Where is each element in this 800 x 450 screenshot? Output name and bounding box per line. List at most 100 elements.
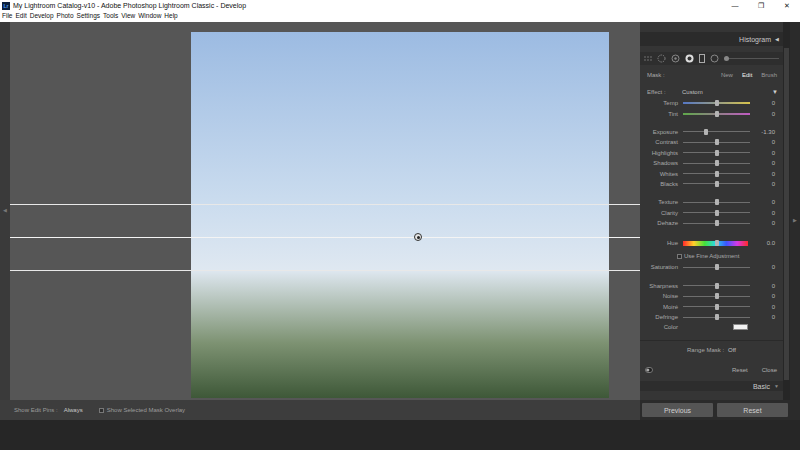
menu-item[interactable]: Photo [57,13,74,20]
slider-thumb[interactable] [715,264,719,270]
title-bar: LrMy Lightroom Catalog-v10 - Adobe Photo… [0,0,800,11]
slider-thumb[interactable] [715,160,719,166]
menu-item[interactable]: Edit [15,13,26,20]
gradient-line[interactable] [10,270,640,271]
slider-value: 0 [750,314,783,320]
menu-item[interactable]: View [121,13,135,20]
radial-filter-icon[interactable] [699,54,705,63]
edit-pin[interactable] [414,233,422,241]
effect-dropdown[interactable]: Custom [682,89,703,95]
menu-item[interactable]: File [2,13,12,20]
slider-track[interactable] [683,129,750,135]
tool-slider[interactable] [724,58,779,59]
menu-item[interactable]: Settings [77,13,101,20]
slider-track[interactable] [683,150,750,156]
effect-toggle[interactable]: ▼ [772,89,778,95]
slider-track[interactable] [683,314,750,320]
checkbox[interactable] [677,254,682,259]
slider-row: Blacks0 [640,179,783,189]
mask-footer-button[interactable]: Reset [732,367,748,373]
mask-tab[interactable]: New [721,72,733,78]
scrollbar-thumb[interactable] [784,48,789,380]
panel-button[interactable]: Reset [717,403,788,417]
slider-track[interactable] [683,160,750,166]
spot-removal-icon[interactable] [657,54,666,63]
redeye-icon[interactable] [671,54,680,63]
slider-track[interactable] [683,283,750,289]
mask-footer-button[interactable]: Close [762,367,777,373]
slider-label: Shadows [640,160,678,166]
hue-row: Hue0.0 [640,236,783,250]
slider-thumb[interactable] [715,139,719,145]
window-control[interactable]: ❐ [748,2,774,9]
slider-track[interactable] [683,293,750,299]
range-mask-dropdown[interactable]: Off [728,347,736,353]
slider-value: 0 [750,139,783,145]
slider-track[interactable] [683,171,750,177]
edit-pins-label: Show Edit Pins : [14,406,58,415]
basic-header[interactable]: Basic▼ [640,381,783,391]
slider-thumb[interactable] [715,100,719,106]
slider-thumb[interactable] [704,129,708,135]
mask-footer: Reset Close [640,364,783,376]
slider-value: 0 [750,150,783,156]
slider-thumb[interactable] [715,293,719,299]
gradient-line[interactable] [10,204,640,205]
edit-pins-dropdown[interactable]: Always [64,406,83,415]
slider-track[interactable] [683,100,750,106]
slider-value: 0 [750,199,783,205]
slider-value: 0 [750,210,783,216]
slider-thumb[interactable] [715,220,719,226]
right-panel-toggle[interactable]: ▶ [790,22,800,420]
slider-thumb[interactable] [715,210,719,216]
checkbox-label: Use Fine Adjustment [684,253,739,259]
slider-thumb[interactable] [715,150,719,156]
slider-value: 0 [750,220,783,226]
color-swatch[interactable] [733,324,748,330]
slider-value: 0 [750,111,783,117]
slider-thumb[interactable] [715,314,719,320]
left-panel-toggle[interactable]: ◀ [0,22,10,400]
mask-tab[interactable]: Brush [761,72,777,78]
slider-thumb[interactable] [715,181,719,187]
slider-thumb[interactable] [715,304,719,310]
slider-track[interactable] [683,210,750,216]
slider-track[interactable] [683,111,750,117]
menu-item[interactable]: Window [138,13,161,20]
slider-label: Texture [640,199,678,205]
photo [191,32,609,398]
slider-thumb[interactable] [715,283,719,289]
slider-thumb[interactable] [715,240,719,246]
slider-thumb[interactable] [715,171,719,177]
panel-scrollbar[interactable] [783,22,790,400]
slider-track[interactable] [683,199,750,205]
graduated-filter-icon[interactable] [685,54,694,63]
overlay-checkbox[interactable] [99,408,104,413]
slider-thumb[interactable] [715,111,719,117]
right-panel: Histogram◀Mask :NewEditBrushEffect :Cust… [640,22,783,400]
menu-item[interactable]: Tools [103,13,118,20]
adjustment-group: Sharpness0Noise0Moiré0Defringe0Color [640,281,783,333]
slider-thumb[interactable] [715,199,719,205]
checkbox-row[interactable]: Use Fine Adjustment [640,250,783,262]
slider-track[interactable] [683,139,750,145]
slider-track[interactable] [683,181,750,187]
adjustment-group: Temp0Tint0 [640,98,783,119]
mask-tab[interactable]: Edit [742,72,752,78]
slider-label: Defringe [640,314,678,320]
gradient-line[interactable] [10,237,640,238]
window-control[interactable]: ✕ [774,2,800,9]
brush-icon[interactable] [710,54,719,63]
grip-icon[interactable] [644,56,652,62]
hue-track[interactable] [683,240,750,246]
menu-item[interactable]: Develop [30,13,54,20]
slider-track[interactable] [683,304,750,310]
histogram-header[interactable]: Histogram◀ [640,32,783,46]
slider-track[interactable] [683,264,750,270]
panel-button[interactable]: Previous [642,403,713,417]
toggle-switch-icon[interactable] [645,367,653,373]
window-control[interactable]: — [722,2,748,9]
range-mask-row: Range Mask :Off [640,345,783,355]
slider-track[interactable] [683,220,750,226]
menu-item[interactable]: Help [164,13,177,20]
